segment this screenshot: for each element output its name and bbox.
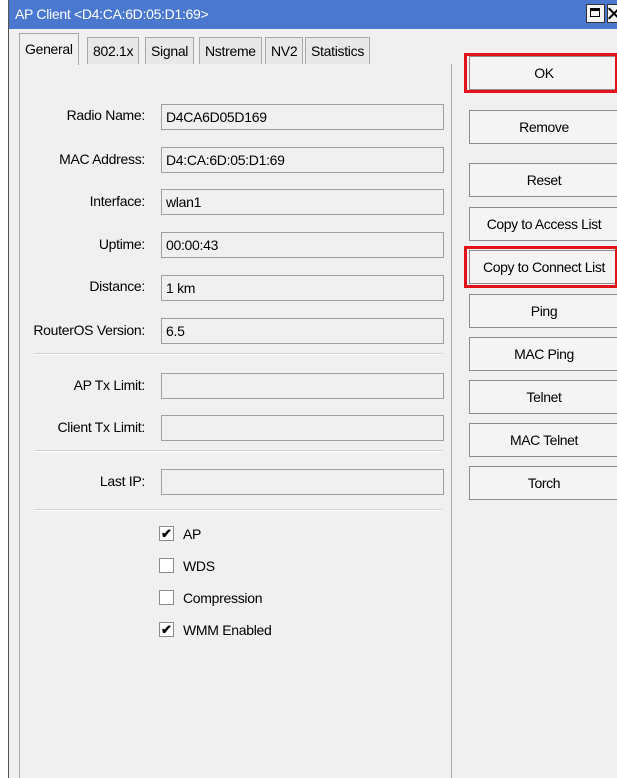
ap-checkbox[interactable]: ✔ (159, 526, 174, 541)
routeros-version-field[interactable]: 6.5 (161, 318, 444, 344)
tab-signal[interactable]: Signal (145, 37, 195, 64)
copy-to-connect-list-highlight-box (464, 246, 617, 288)
remove-button[interactable]: Remove (469, 110, 617, 144)
mac-telnet-button[interactable]: MAC Telnet (469, 423, 617, 457)
ok-highlight-box (464, 53, 617, 93)
ping-button[interactable]: Ping (469, 294, 617, 328)
ap-client-window: AP Client <D4:CA:6D:05:D1:69> General 80… (8, 0, 617, 778)
interface-field[interactable]: wlan1 (161, 189, 444, 215)
window-title: AP Client <D4:CA:6D:05:D1:69> (15, 6, 209, 22)
window-titlebar[interactable]: AP Client <D4:CA:6D:05:D1:69> (9, 0, 617, 29)
compression-checkbox[interactable] (159, 590, 174, 605)
close-icon[interactable] (607, 4, 617, 23)
interface-label: Interface: (89, 193, 146, 209)
copy-to-access-list-button[interactable]: Copy to Access List (469, 207, 617, 241)
client-tx-limit-field[interactable] (161, 415, 444, 441)
tab-statistics[interactable]: Statistics (305, 37, 371, 64)
ap-tx-limit-label: AP Tx Limit: (73, 377, 146, 393)
separator (34, 450, 442, 452)
tab-802-1x[interactable]: 802.1x (87, 37, 140, 64)
uptime-label: Uptime: (98, 236, 145, 252)
client-tx-limit-label: Client Tx Limit: (57, 419, 145, 435)
telnet-button[interactable]: Telnet (469, 380, 617, 414)
wds-checkbox-label: WDS (183, 558, 215, 574)
wds-checkbox[interactable] (159, 558, 174, 573)
separator (34, 353, 442, 355)
radio-name-label: Radio Name: (66, 107, 146, 123)
tab-nstreme[interactable]: Nstreme (199, 37, 262, 64)
ap-checkbox-label: AP (183, 526, 202, 542)
mac-address-field[interactable]: D4:CA:6D:05:D1:69 (161, 147, 444, 173)
torch-button[interactable]: Torch (469, 466, 617, 500)
radio-name-field[interactable]: D4CA6D05D169 (161, 104, 444, 130)
compression-checkbox-label: Compression (183, 590, 263, 606)
routeros-version-label: RouterOS Version: (33, 322, 145, 338)
distance-label: Distance: (89, 278, 145, 294)
mac-address-label: MAC Address: (59, 151, 145, 167)
reset-button[interactable]: Reset (469, 163, 617, 197)
ap-tx-limit-field[interactable] (161, 373, 444, 399)
wmm-enabled-checkbox[interactable]: ✔ (159, 622, 174, 637)
last-ip-label: Last IP: (99, 473, 145, 489)
last-ip-field[interactable] (161, 469, 444, 495)
mac-ping-button[interactable]: MAC Ping (469, 337, 617, 371)
wmm-enabled-checkbox-label: WMM Enabled (183, 622, 272, 638)
distance-field[interactable]: 1 km (161, 275, 444, 301)
uptime-field[interactable]: 00:00:43 (161, 232, 444, 258)
tab-nv2[interactable]: NV2 (265, 37, 304, 64)
maximize-icon[interactable] (586, 4, 605, 23)
tab-general[interactable]: General (19, 33, 79, 65)
separator (34, 509, 442, 511)
